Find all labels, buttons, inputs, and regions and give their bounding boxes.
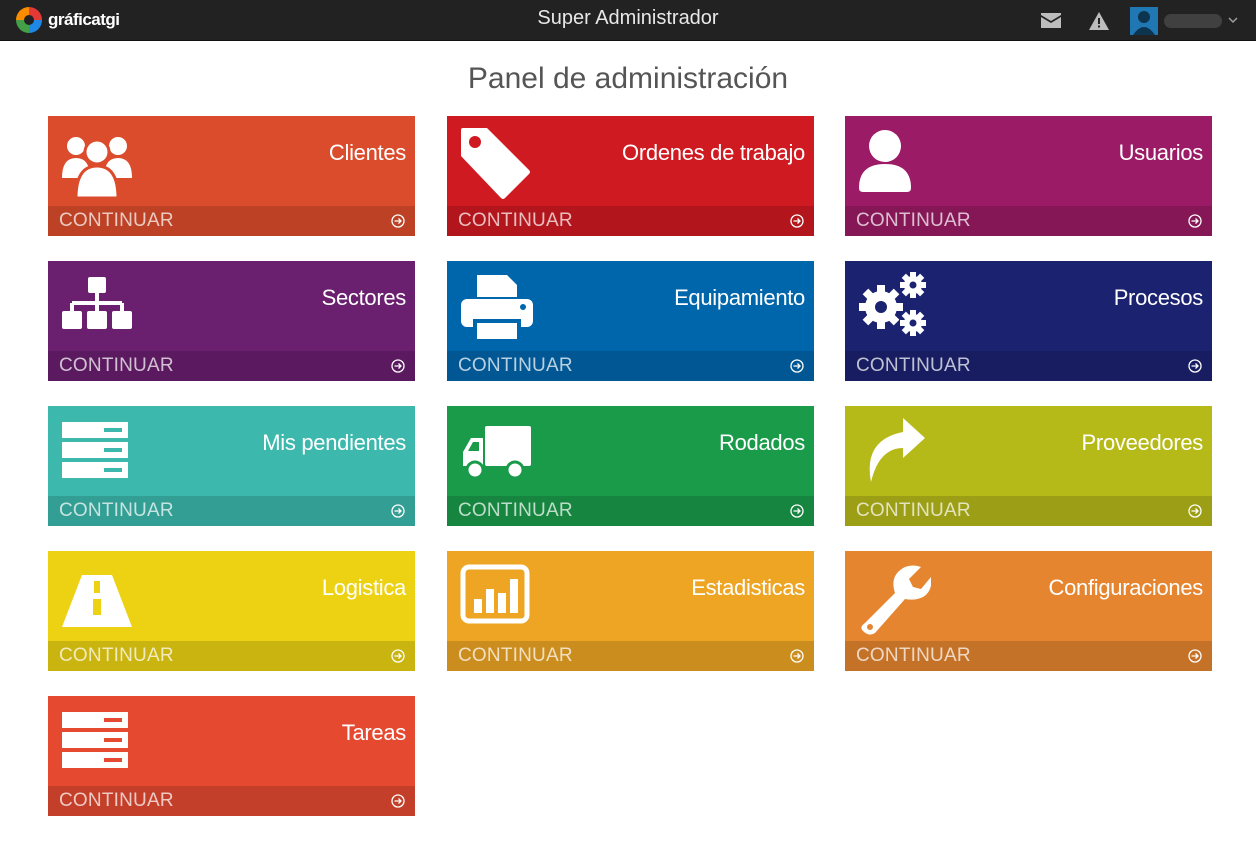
avatar (1130, 6, 1158, 35)
tile-footer[interactable]: CONTINUAR (48, 206, 415, 236)
arrow-circle-right-icon (1188, 214, 1202, 228)
top-navbar: gráficatgi Super Administrador (0, 0, 1256, 41)
user-menu[interactable] (1130, 6, 1238, 35)
tile-equipamiento[interactable]: Equipamiento CONTINUAR (447, 261, 814, 381)
users-icon (62, 137, 132, 200)
arrow-circle-right-icon (391, 214, 405, 228)
chevron-down-icon (1228, 17, 1238, 24)
tile-usuarios[interactable]: Usuarios CONTINUAR (845, 116, 1212, 236)
tile-footer[interactable]: CONTINUAR (48, 496, 415, 526)
brand-link[interactable]: gráficatgi (16, 6, 120, 34)
tile-footer[interactable]: CONTINUAR (845, 351, 1212, 381)
arrow-circle-right-icon (391, 504, 405, 518)
arrow-circle-right-icon (391, 649, 405, 663)
tile-label: Rodados (719, 430, 805, 455)
tile-mis-pendientes[interactable]: Mis pendientes CONTINUAR (48, 406, 415, 526)
tile-tareas[interactable]: Tareas CONTINUAR (48, 696, 415, 816)
username-blurred (1164, 13, 1222, 28)
gears-icon (859, 272, 926, 336)
user-avatar-icon (1130, 6, 1158, 35)
alerts-button[interactable] (1086, 8, 1112, 34)
tile-ordenes-de-trabajo[interactable]: Ordenes de trabajo CONTINUAR (447, 116, 814, 236)
tile-label: Procesos (1113, 285, 1204, 310)
arrow-circle-right-icon (790, 214, 804, 228)
continue-link[interactable]: CONTINUAR (856, 355, 971, 377)
bar-chart-icon (460, 564, 530, 624)
tile-label: Logistica (321, 575, 406, 600)
arrow-circle-right-icon (391, 359, 405, 373)
tile-label: Tareas (341, 720, 407, 745)
arrow-circle-right-icon (1188, 504, 1202, 518)
continue-link[interactable]: CONTINUAR (458, 355, 573, 377)
tile-rodados[interactable]: Rodados CONTINUAR (447, 406, 814, 526)
continue-link[interactable]: CONTINUAR (458, 645, 573, 667)
tile-footer[interactable]: CONTINUAR (447, 351, 814, 381)
tag-icon (461, 128, 530, 199)
tile-footer[interactable]: CONTINUAR (48, 641, 415, 671)
tile-procesos[interactable]: Procesos CONTINUAR (845, 261, 1212, 381)
tile-label: Clientes (328, 140, 406, 165)
tile-proveedores[interactable]: Proveedores CONTINUAR (845, 406, 1212, 526)
tile-footer[interactable]: CONTINUAR (845, 206, 1212, 236)
tile-footer[interactable]: CONTINUAR (447, 206, 814, 236)
continue-link[interactable]: CONTINUAR (59, 500, 174, 522)
arrow-circle-right-icon (391, 794, 405, 808)
envelope-icon (1041, 13, 1061, 28)
navbar-title: Super Administrador (537, 7, 719, 29)
tile-footer[interactable]: CONTINUAR (48, 786, 415, 816)
tile-footer[interactable]: CONTINUAR (845, 496, 1212, 526)
road-icon (62, 575, 132, 627)
continue-link[interactable]: CONTINUAR (59, 355, 174, 377)
server-icon (62, 712, 128, 768)
arrow-circle-right-icon (790, 649, 804, 663)
tile-estadisticas[interactable]: Estadisticas CONTINUAR (447, 551, 814, 671)
tile-label: Estadisticas (691, 575, 805, 600)
tile-logistica[interactable]: Logistica CONTINUAR (48, 551, 415, 671)
continue-link[interactable]: CONTINUAR (856, 210, 971, 232)
printer-icon (461, 275, 533, 339)
tile-label: Sectores (321, 285, 407, 310)
tile-label: Proveedores (1081, 430, 1204, 455)
continue-link[interactable]: CONTINUAR (59, 790, 174, 812)
continue-link[interactable]: CONTINUAR (856, 645, 971, 667)
arrow-circle-right-icon (1188, 649, 1202, 663)
tile-label: Equipamiento (674, 285, 805, 310)
continue-link[interactable]: CONTINUAR (59, 210, 174, 232)
arrow-circle-right-icon (790, 504, 804, 518)
continue-link[interactable]: CONTINUAR (856, 500, 971, 522)
tile-footer[interactable]: CONTINUAR (447, 496, 814, 526)
truck-icon (463, 426, 531, 480)
sitemap-icon (62, 277, 132, 329)
continue-link[interactable]: CONTINUAR (458, 500, 573, 522)
tile-configuraciones[interactable]: Configuraciones CONTINUAR (845, 551, 1212, 671)
share-icon (869, 418, 925, 482)
continue-link[interactable]: CONTINUAR (458, 210, 573, 232)
tile-footer[interactable]: CONTINUAR (845, 641, 1212, 671)
messages-button[interactable] (1038, 8, 1064, 34)
tile-label: Ordenes de trabajo (622, 140, 805, 165)
warning-icon (1089, 11, 1109, 30)
brand-logo-icon (16, 7, 42, 33)
user-icon (859, 130, 911, 192)
arrow-circle-right-icon (790, 359, 804, 373)
arrow-circle-right-icon (1188, 359, 1202, 373)
wrench-icon (861, 565, 931, 635)
brand-name: gráficatgi (48, 10, 120, 29)
page-title: Panel de administración (467, 62, 789, 95)
server-icon (62, 422, 128, 478)
tile-sectores[interactable]: Sectores CONTINUAR (48, 261, 415, 381)
tile-clientes[interactable]: Clientes CONTINUAR (48, 116, 415, 236)
tile-label: Mis pendientes (262, 430, 406, 455)
tile-footer[interactable]: CONTINUAR (48, 351, 415, 381)
tile-label: Usuarios (1118, 140, 1204, 165)
continue-link[interactable]: CONTINUAR (59, 645, 174, 667)
tile-footer[interactable]: CONTINUAR (447, 641, 814, 671)
tile-label: Configuraciones (1048, 575, 1204, 600)
